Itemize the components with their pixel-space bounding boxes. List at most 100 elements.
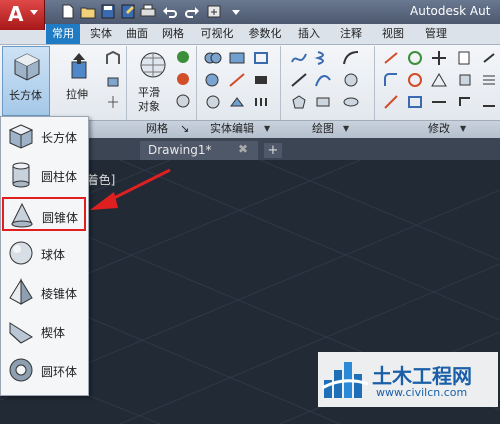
move-icon[interactable]	[430, 50, 448, 66]
new-tab-button[interactable]: +	[264, 143, 282, 158]
application-menu-button[interactable]: A	[0, 0, 45, 30]
new-file-icon[interactable]	[60, 4, 76, 19]
box-icon	[14, 53, 40, 81]
tab-insert[interactable]: 插入	[292, 24, 326, 44]
dropdown-item-box[interactable]: 长方体	[3, 119, 85, 153]
panel-launcher-icon[interactable]: ↘	[180, 120, 189, 138]
dropdown-item-cone[interactable]: 圆锥体	[2, 197, 86, 231]
tab-home[interactable]: 常用	[46, 24, 80, 44]
wedge-icon	[9, 322, 33, 344]
panel-title-mesh[interactable]: 网格	[146, 120, 168, 138]
intersect-icon[interactable]	[204, 94, 222, 110]
undo-icon[interactable]	[162, 4, 178, 19]
tab-view[interactable]: 视图	[376, 24, 410, 44]
redo-icon[interactable]	[184, 4, 200, 19]
share-icon[interactable]	[206, 4, 222, 19]
break-icon[interactable]	[456, 94, 474, 110]
dropdown-item-label: 长方体	[41, 131, 78, 145]
extrude-icon	[71, 53, 87, 79]
sphere-icon	[9, 241, 33, 265]
dropdown-item-cylinder[interactable]: 圆柱体	[3, 158, 85, 192]
app-logo-letter: A	[8, 2, 24, 26]
dropdown-item-label: 楔体	[41, 326, 66, 340]
tab-parametric[interactable]: 参数化	[242, 24, 288, 44]
loft-icon[interactable]	[104, 94, 122, 113]
shell-icon[interactable]	[228, 94, 246, 110]
rectangle-icon[interactable]	[314, 94, 332, 110]
spline-icon[interactable]	[314, 72, 332, 88]
cylinder-icon	[12, 162, 30, 188]
smooth-object-button[interactable]: 平滑 对象	[134, 48, 174, 118]
panel-title-modify[interactable]: 修改	[428, 120, 450, 138]
chevron-down-icon[interactable]: ▼	[343, 120, 349, 138]
box-button-label: 长方体	[9, 89, 42, 102]
ellipse-icon[interactable]	[342, 94, 360, 110]
fillet-edge-icon[interactable]	[252, 94, 270, 110]
polysolid-icon[interactable]	[104, 50, 122, 69]
slice-icon[interactable]	[228, 72, 246, 88]
tab-visualize[interactable]: 可视化	[194, 24, 240, 44]
polygon-icon[interactable]	[290, 94, 308, 110]
explode-icon[interactable]	[456, 72, 474, 88]
mirror-3d-icon[interactable]	[406, 72, 424, 88]
3d-align-icon[interactable]	[430, 72, 448, 88]
circle-icon[interactable]	[342, 72, 360, 88]
stretch-icon[interactable]	[430, 94, 448, 110]
extrude-button[interactable]: 拉伸	[62, 48, 98, 118]
tab-annotate[interactable]: 注释	[334, 24, 368, 44]
sphere-mesh-icon	[140, 52, 166, 78]
mesh-split-icon[interactable]	[176, 94, 190, 111]
tab-solid[interactable]: 实体	[84, 24, 118, 44]
subtract-icon[interactable]	[204, 72, 222, 88]
polyline-icon[interactable]	[290, 50, 308, 66]
chevron-down-icon[interactable]: ▼	[460, 120, 466, 138]
save-as-icon[interactable]	[120, 4, 136, 19]
dropdown-item-torus[interactable]: 圆环体	[3, 353, 85, 387]
smooth-object-label-2: 对象	[138, 100, 160, 113]
chevron-down-icon[interactable]: ▼	[264, 120, 270, 138]
extract-edges-icon[interactable]	[252, 50, 270, 66]
union-icon[interactable]	[204, 50, 222, 66]
helix-icon[interactable]	[314, 50, 332, 66]
dropdown-item-wedge[interactable]: 楔体	[3, 314, 85, 348]
array-icon[interactable]	[480, 72, 498, 88]
dropdown-item-pyramid[interactable]: 棱锥体	[3, 275, 85, 309]
save-icon[interactable]	[100, 4, 116, 19]
arc-icon[interactable]	[342, 50, 360, 66]
pyramid-icon	[9, 278, 33, 305]
mesh-crease-icon[interactable]	[176, 72, 190, 89]
extrude-label: 拉伸	[66, 88, 88, 101]
document-tab[interactable]: Drawing1* ✖	[140, 141, 258, 160]
copy-icon[interactable]	[456, 50, 474, 66]
tab-mesh[interactable]: 网格	[156, 24, 190, 44]
torus-icon	[9, 358, 33, 382]
rotate-3d-icon[interactable]	[406, 50, 424, 66]
watermark-url: www.civilcn.com	[376, 386, 468, 399]
tab-surface[interactable]: 曲面	[120, 24, 154, 44]
dropdown-item-label: 球体	[41, 248, 66, 262]
mesh-refine-icon[interactable]	[176, 50, 190, 67]
dropdown-item-sphere[interactable]: 球体	[3, 236, 85, 270]
fillet-icon[interactable]	[382, 72, 400, 88]
watermark-logo	[322, 362, 368, 398]
line-icon[interactable]	[290, 72, 308, 88]
offset-icon[interactable]	[382, 94, 400, 110]
customize-toolbar-icon[interactable]	[228, 4, 244, 19]
scale-icon[interactable]	[406, 94, 424, 110]
separate-icon[interactable]	[228, 50, 246, 66]
open-file-icon[interactable]	[80, 4, 96, 19]
cone-icon	[11, 202, 33, 228]
offset-edge-icon[interactable]	[252, 72, 270, 88]
dropdown-item-label: 圆环体	[41, 365, 78, 379]
chevron-down-icon	[30, 10, 38, 15]
presspull-icon[interactable]	[104, 72, 122, 91]
box-split-button[interactable]: 长方体	[2, 46, 50, 116]
erase-icon[interactable]	[480, 50, 498, 66]
print-icon[interactable]	[140, 4, 156, 19]
close-icon[interactable]: ✖	[238, 142, 248, 156]
panel-title-draw[interactable]: 绘图	[312, 120, 334, 138]
panel-title-solid-edit[interactable]: 实体编辑	[210, 120, 254, 138]
tab-manage[interactable]: 管理	[418, 24, 454, 44]
join-icon[interactable]	[480, 94, 498, 110]
trim-icon[interactable]	[382, 50, 400, 66]
